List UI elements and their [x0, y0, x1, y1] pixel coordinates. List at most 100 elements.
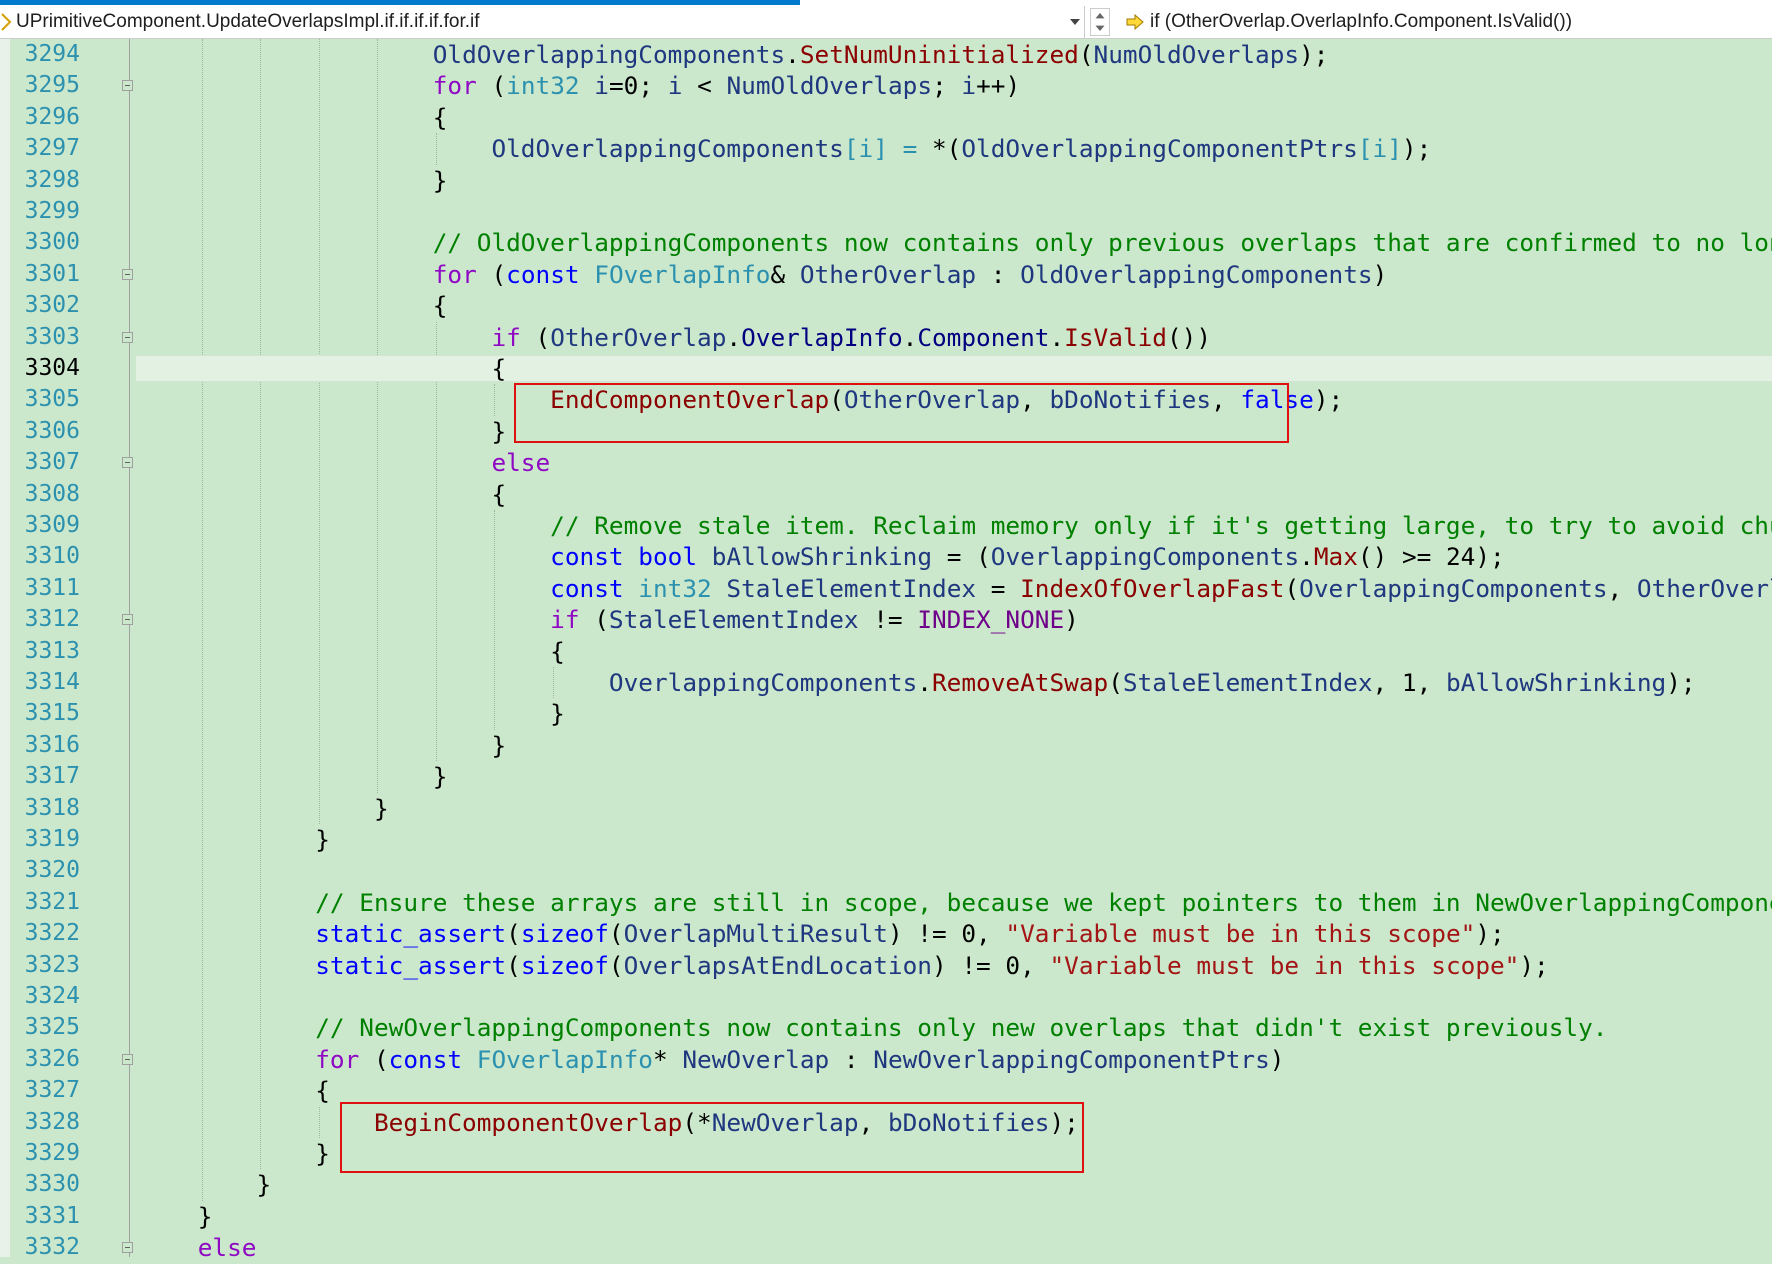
code-line[interactable]: 3307 else	[0, 447, 1772, 478]
code-editor[interactable]: 3294 OldOverlappingComponents.SetNumUnin…	[0, 39, 1772, 1262]
collapse-icon[interactable]	[122, 80, 133, 92]
code-text: OverlappingComponents.RemoveAtSwap(Stale…	[139, 667, 1696, 698]
line-number: 3310	[24, 543, 80, 570]
code-line[interactable]: 3324	[0, 981, 1772, 1012]
line-number: 3329	[24, 1140, 80, 1166]
scope-dropdown[interactable]: UPrimitiveComponent.UpdateOverlapsImpl.i…	[0, 6, 1085, 38]
code-line[interactable]: 3294 OldOverlappingComponents.SetNumUnin…	[0, 39, 1772, 70]
code-token: bAllowShrinking	[711, 542, 933, 572]
collapse-icon[interactable]	[122, 1053, 133, 1065]
code-line[interactable]: 3296 {	[0, 102, 1772, 133]
code-token: );	[1299, 40, 1329, 69]
code-line[interactable]: 3331 }	[0, 1201, 1772, 1232]
code-token: // Remove stale item. Reclaim memory onl…	[550, 511, 1772, 540]
code-line[interactable]: 3326 for (const FOverlapInfo* NewOverlap…	[0, 1044, 1772, 1075]
code-token: for	[315, 1044, 360, 1074]
code-token: *(	[917, 134, 962, 164]
code-token: static_assert	[315, 919, 507, 949]
code-line[interactable]: 3325 // NewOverlappingComponents now con…	[0, 1012, 1772, 1043]
code-line[interactable]: 3310 const bool bAllowShrinking = (Overl…	[0, 541, 1772, 572]
code-line[interactable]: 3314 OverlappingComponents.RemoveAtSwap(…	[0, 667, 1772, 698]
highlight-box-end-overlap	[514, 383, 1289, 443]
code-token: }	[256, 1170, 272, 1200]
code-line[interactable]: 3312 if (StaleElementIndex != INDEX_NONE…	[0, 604, 1772, 635]
code-line[interactable]: 3320	[0, 855, 1772, 886]
code-token: }	[373, 793, 389, 823]
code-token: &	[770, 259, 800, 289]
chevron-down-icon[interactable]	[1068, 15, 1082, 29]
code-text: for (const FOverlapInfo* NewOverlap : Ne…	[139, 1044, 1284, 1075]
line-number: 3320	[24, 857, 80, 884]
code-line[interactable]: 3297 OldOverlappingComponents[i] = *(Old…	[0, 133, 1772, 164]
code-line[interactable]: 3295 for (int32 i=0; i < NumOldOverlaps;…	[0, 70, 1772, 101]
code-text: {	[139, 353, 506, 384]
member-dropdown[interactable]: if (OtherOverlap.OverlapInfo.Component.I…	[1120, 6, 1770, 38]
code-token: () >= 24);	[1357, 542, 1505, 572]
code-line[interactable]: 3302 {	[0, 290, 1772, 321]
code-text: }	[139, 698, 565, 729]
code-token: i	[594, 71, 609, 101]
code-line[interactable]: 3303 if (OtherOverlap.OverlapInfo.Compon…	[0, 322, 1772, 353]
code-line[interactable]: 3300 // OldOverlappingComponents now con…	[0, 227, 1772, 258]
line-number: 3298	[24, 166, 80, 193]
code-line[interactable]: 3323 static_assert(sizeof(OverlapsAtEndL…	[0, 950, 1772, 981]
code-token: INDEX_NONE	[917, 605, 1065, 635]
code-token: (	[506, 919, 521, 949]
line-number: 3324	[24, 983, 80, 1009]
line-number: 3299	[24, 198, 80, 224]
code-text: {	[139, 1075, 330, 1106]
code-line[interactable]: 3311 const int32 StaleElementIndex = Ind…	[0, 573, 1772, 604]
code-token: ) != 0,	[931, 950, 1050, 980]
code-text: // OldOverlappingComponents now contains…	[139, 227, 1772, 258]
code-line[interactable]: 3313 {	[0, 636, 1772, 667]
code-token: );	[1519, 950, 1549, 980]
code-line[interactable]: 3330 }	[0, 1169, 1772, 1200]
code-text: }	[139, 165, 448, 196]
code-token: OverlappingComponents	[990, 542, 1300, 572]
code-line[interactable]: 3301 for (const FOverlapInfo& OtherOverl…	[0, 259, 1772, 290]
code-token: ) != 0,	[887, 919, 1006, 949]
code-token: else	[197, 1233, 257, 1263]
collapse-icon[interactable]	[122, 268, 133, 280]
line-number: 3327	[24, 1077, 80, 1104]
code-token: SetNumUninitialized	[799, 40, 1079, 69]
code-line[interactable]: 3317 }	[0, 761, 1772, 792]
code-token: OtherOverlap	[799, 259, 977, 289]
spin-arrows-icon	[1095, 13, 1105, 31]
code-line[interactable]: 3322 static_assert(sizeof(OverlapMultiRe…	[0, 918, 1772, 949]
line-number: 3330	[24, 1171, 80, 1198]
collapse-icon[interactable]	[122, 331, 133, 343]
collapse-icon[interactable]	[122, 457, 133, 469]
code-text: static_assert(sizeof(OverlapMultiResult)…	[139, 918, 1504, 949]
code-line[interactable]: 3315 }	[0, 698, 1772, 729]
code-line[interactable]: 3316 }	[0, 730, 1772, 761]
code-line[interactable]: 3321 // Ensure these arrays are still in…	[0, 887, 1772, 918]
line-number: 3306	[24, 417, 80, 444]
code-token: <	[682, 71, 727, 101]
code-token: [i]	[843, 134, 888, 164]
arrow-right-icon	[1126, 14, 1144, 30]
code-line[interactable]: 3304 {	[0, 353, 1772, 384]
collapse-icon[interactable]	[122, 614, 133, 626]
code-line[interactable]: 3308 {	[0, 479, 1772, 510]
code-token: ,	[1607, 573, 1637, 603]
code-token: FOverlapInfo	[476, 1044, 653, 1074]
code-line[interactable]: 3319 }	[0, 824, 1772, 855]
split-button[interactable]	[1090, 8, 1110, 36]
line-number: 3331	[24, 1202, 80, 1229]
code-token: bool	[638, 542, 698, 572]
line-number: 3332	[24, 1234, 80, 1261]
code-token: }	[315, 1139, 330, 1168]
line-number: 3326	[24, 1045, 80, 1072]
code-line[interactable]: 3332 else	[0, 1232, 1772, 1263]
code-line[interactable]: 3318 }	[0, 793, 1772, 824]
collapse-icon[interactable]	[122, 1242, 133, 1254]
highlight-box-begin-overlap	[340, 1102, 1084, 1173]
code-line[interactable]: 3299	[0, 196, 1772, 227]
code-line[interactable]: 3298 }	[0, 165, 1772, 196]
code-text: OldOverlappingComponents.SetNumUninitial…	[139, 39, 1329, 70]
code-line[interactable]: 3309 // Remove stale item. Reclaim memor…	[0, 510, 1772, 541]
